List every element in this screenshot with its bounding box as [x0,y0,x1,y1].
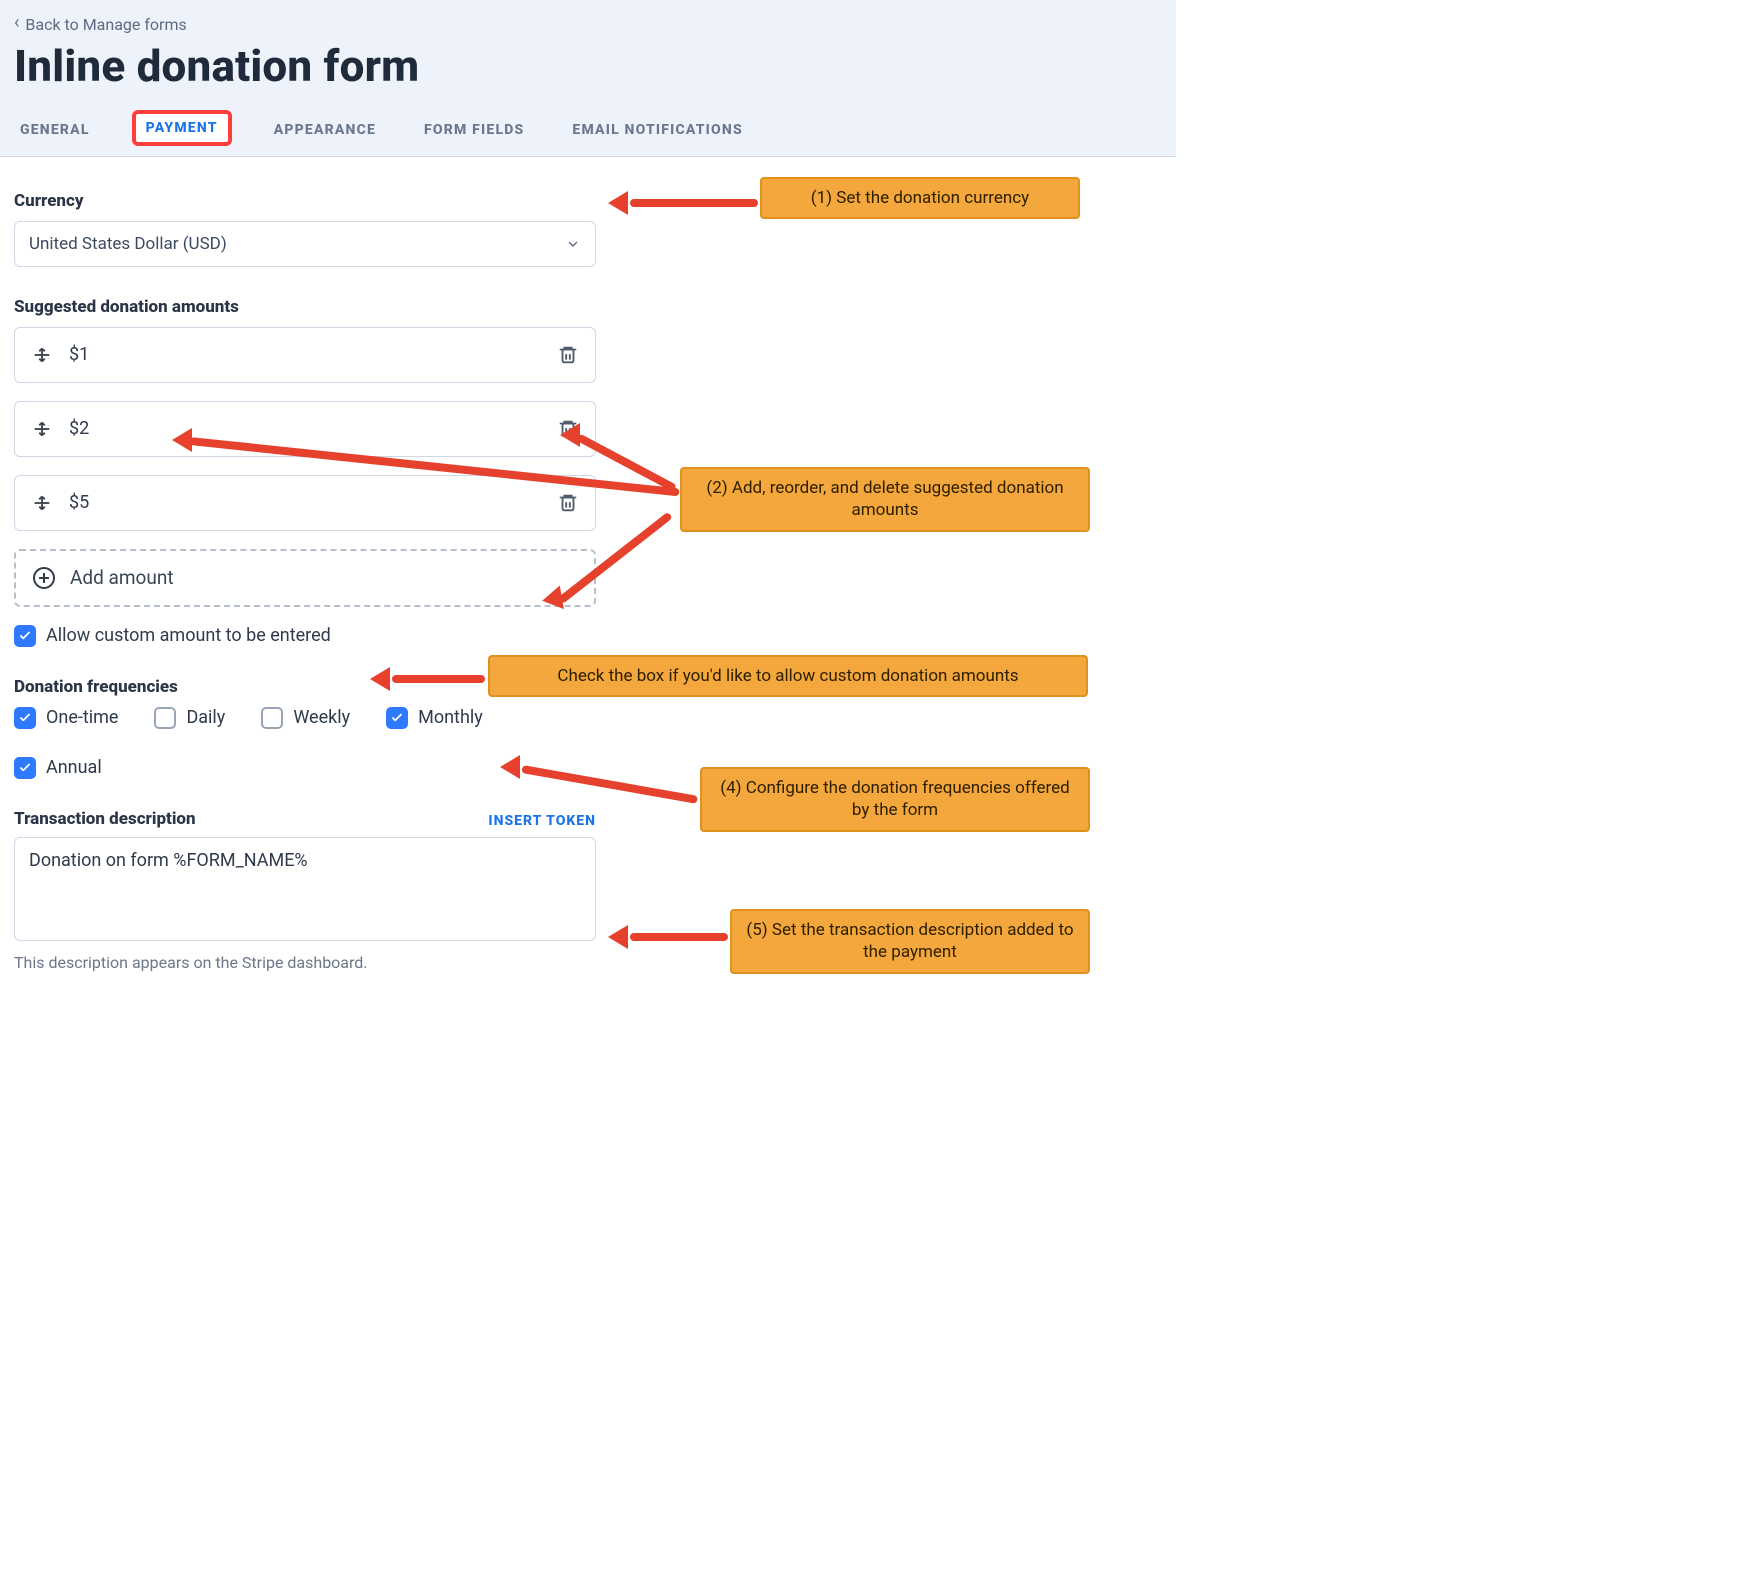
drag-handle-icon[interactable] [31,492,53,514]
amount-value: $5 [69,492,89,513]
page-title: Inline donation form [14,40,1162,92]
annotation-arrow-icon [608,925,728,949]
drag-handle-icon[interactable] [31,344,53,366]
transaction-description-label: Transaction description [14,809,196,829]
annotation-arrow-icon [500,755,700,779]
transaction-description-input[interactable]: Donation on form %FORM_NAME% [14,837,596,941]
annotation-callout: Check the box if you'd like to allow cus… [488,655,1088,698]
freq-checkbox-annual[interactable] [14,757,36,779]
annotation-arrow-icon [370,667,485,691]
amount-row: $1 [14,327,596,383]
tab-general[interactable]: GENERAL [14,114,96,146]
annotation-arrow-icon [608,191,758,215]
tab-form-fields[interactable]: FORM FIELDS [418,114,530,146]
add-amount-button[interactable]: Add amount [14,549,596,607]
freq-checkbox-monthly[interactable] [386,707,408,729]
amount-row: $5 [14,475,596,531]
drag-handle-icon[interactable] [31,418,53,440]
amount-value: $2 [69,418,89,439]
currency-select[interactable]: United States Dollar (USD) [14,221,596,267]
trash-icon[interactable] [557,492,579,514]
freq-checkbox-weekly[interactable] [261,707,283,729]
insert-token-button[interactable]: INSERT TOKEN [488,813,596,829]
tabs: GENERAL PAYMENT APPEARANCE FORM FIELDS E… [14,110,1162,156]
amount-value: $1 [69,344,89,365]
back-label: Back to Manage forms [25,15,186,34]
freq-label: Annual [46,757,102,778]
freq-label: Weekly [293,707,350,728]
freq-label: Monthly [418,707,483,728]
transaction-description-hint: This description appears on the Stripe d… [14,953,596,972]
annotation-callout: (5) Set the transaction description adde… [730,909,1090,975]
currency-selected-value: United States Dollar (USD) [29,234,227,254]
tab-appearance[interactable]: APPEARANCE [268,114,382,146]
allow-custom-label: Allow custom amount to be entered [46,625,331,646]
annotation-callout: (1) Set the donation currency [760,177,1080,220]
trash-icon[interactable] [557,344,579,366]
back-link[interactable]: ‹ Back to Manage forms [14,15,187,34]
freq-checkbox-daily[interactable] [154,707,176,729]
freq-checkbox-one-time[interactable] [14,707,36,729]
freq-label: Daily [186,707,225,728]
freq-label: One-time [46,707,118,728]
suggested-amounts-label: Suggested donation amounts [14,297,1162,317]
tab-payment[interactable]: PAYMENT [132,110,232,146]
plus-circle-icon [32,566,56,590]
add-amount-label: Add amount [70,566,174,589]
chevron-down-icon [565,236,581,252]
chevron-left-icon: ‹ [14,14,19,32]
annotation-callout: (4) Configure the donation frequencies o… [700,767,1090,833]
tab-email-notifications[interactable]: EMAIL NOTIFICATIONS [566,114,748,146]
allow-custom-checkbox[interactable] [14,625,36,647]
annotation-callout: (2) Add, reorder, and delete suggested d… [680,467,1090,533]
